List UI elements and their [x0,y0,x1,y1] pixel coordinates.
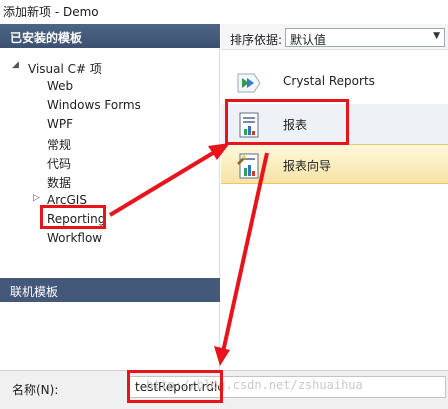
tree-item-code[interactable]: 代码 [0,153,210,172]
installed-templates-pane: 已安装的模板 ◢ Visual C# 项 Web Windows Forms W… [0,24,220,370]
tree-item-label: Workflow [47,231,103,245]
tree-item-label: 常规 [47,138,72,152]
template-crystal-reports[interactable]: Crystal Reports [221,62,448,102]
collapsed-arrow-icon[interactable]: ▷ [33,193,40,203]
tree-item-label: 数据 [47,176,72,190]
sort-dropdown[interactable]: 默认值 ▼ [285,28,445,47]
template-list-pane: 排序依据: 默认值 ▼ Crystal Reports 报表 报表向导 [221,24,448,370]
window-title-bar: 添加新项 - Demo [0,0,448,20]
tree-item-label: Windows Forms [47,98,141,112]
window-title: 添加新项 - Demo [3,5,99,19]
installed-templates-header[interactable]: 已安装的模板 [0,24,220,48]
online-templates-header[interactable]: 联机模板 [0,278,220,302]
installed-templates-title: 已安装的模板 [10,31,83,45]
annotation-box-reporting [40,205,106,229]
tree-item-label: 代码 [47,157,72,171]
sort-label: 排序依据: [230,33,283,47]
template-report-wizard[interactable]: 报表向导 [221,144,448,184]
tree-item-wpf[interactable]: WPF [0,115,210,134]
online-templates-title: 联机模板 [10,285,59,299]
dropdown-arrow-icon[interactable]: ▼ [433,31,440,41]
name-label: 名称(N): [12,383,59,397]
sort-bar: 排序依据: 默认值 ▼ [221,24,448,50]
tree-item-data[interactable]: 数据 [0,172,210,191]
tree-item-label: Visual C# 项 [28,62,102,76]
tree-item-workflow[interactable]: Workflow [0,229,210,248]
crystal-reports-icon [237,73,261,93]
tree-item-general[interactable]: 常规 [0,134,210,153]
tree-item-windows-forms[interactable]: Windows Forms [0,96,210,115]
annotation-box-name [127,370,223,403]
report-wizard-icon [237,153,259,179]
sort-dropdown-value: 默认值 [290,33,327,47]
template-label: 报表向导 [283,159,332,173]
annotation-box-report [225,99,349,145]
expanded-arrow-icon[interactable]: ◢ [12,60,19,70]
tree-item-label: WPF [47,117,74,131]
tree-item-web[interactable]: Web [0,77,210,96]
template-label: Crystal Reports [283,74,375,88]
tree-item-label: Web [47,79,74,93]
tree-item-visual-csharp[interactable]: ◢ Visual C# 项 [0,58,210,77]
